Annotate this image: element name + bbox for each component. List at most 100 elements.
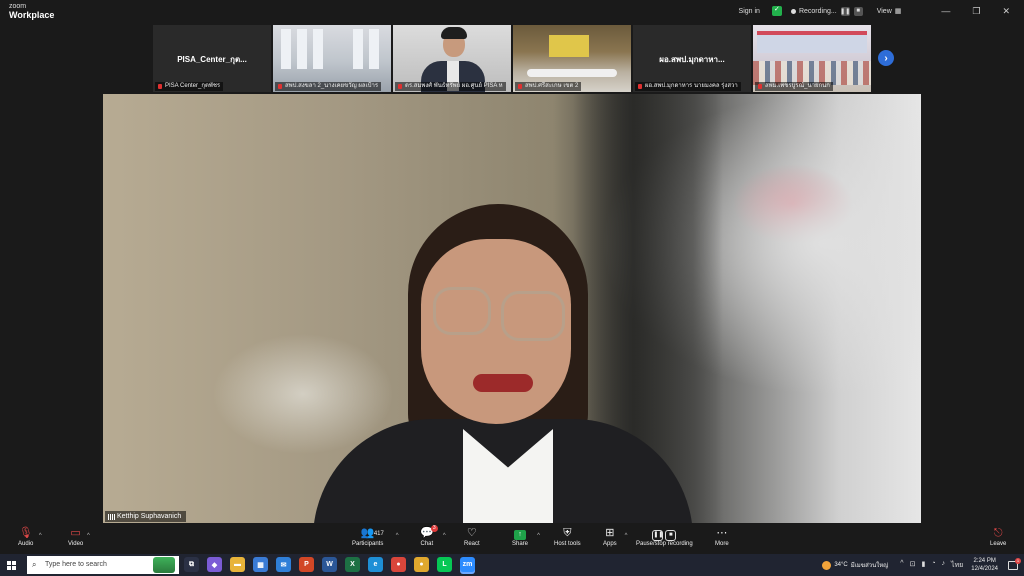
- react-label: React: [464, 541, 480, 547]
- react-button[interactable]: ♡ React: [464, 526, 480, 547]
- view-button[interactable]: View ▦: [876, 7, 902, 16]
- leave-button[interactable]: ⎋ Leave: [990, 526, 1006, 547]
- audio-button[interactable]: 🎙 ^ Audio: [18, 526, 42, 547]
- video-button[interactable]: ▭ ^ Video: [68, 526, 90, 547]
- video-off-icon: ▭ ^: [70, 526, 89, 541]
- pause-stop-recording-button[interactable]: ❚❚ ■ Pause/stop recording: [636, 526, 693, 547]
- clock[interactable]: 2:24 PM 12/4/2024: [971, 557, 998, 573]
- speaker-name: Ketthip Suphavanich: [117, 513, 182, 520]
- system-tray: 34°C มีเมฆส่วนใหญ่ ^ ⊡ ▮ ◔ ♪ ไทย 2:24 PM…: [822, 554, 1024, 576]
- title-bar: zoom Workplace Sign in Recording... ❚❚ ■…: [0, 0, 1024, 22]
- wifi-icon[interactable]: ◔: [931, 560, 935, 571]
- language-indicator[interactable]: ไทย: [951, 560, 963, 571]
- taskbar-search-box[interactable]: ⌕ Type here to search: [27, 556, 179, 574]
- participant-tile[interactable]: สพม.เพชรบูรณ์_นายกนก: [753, 25, 871, 92]
- minimize-icon[interactable]: —: [941, 6, 950, 17]
- table-shape: [527, 69, 617, 77]
- chevron-up-icon[interactable]: ^: [396, 529, 399, 544]
- task-view-icon[interactable]: ⧉: [184, 557, 199, 572]
- participant-name-card: PISA_Center_กุต...: [177, 55, 247, 64]
- tray-icons: ^ ⊡ ▮ ◔ ♪ ไทย: [900, 560, 963, 571]
- participant-tile[interactable]: PISA_Center_กุต... PISA Center_กุตพัชร: [153, 25, 271, 92]
- microsoft-store-icon[interactable]: ▦: [253, 557, 268, 572]
- chevron-up-icon[interactable]: ^: [625, 529, 628, 544]
- mail-icon[interactable]: ✉: [276, 557, 291, 572]
- zoom-icon[interactable]: zm: [460, 557, 475, 572]
- zoom-workplace-logo: zoom Workplace: [9, 2, 54, 20]
- recording-status: Recording...: [798, 7, 837, 15]
- more-button[interactable]: ⋯ More: [715, 526, 729, 547]
- chat-button[interactable]: 💬 3 ^ Chat: [420, 525, 446, 547]
- powerpoint-icon[interactable]: P: [299, 557, 314, 572]
- chevron-up-icon[interactable]: ^: [87, 529, 90, 544]
- weather-widget[interactable]: 34°C มีเมฆส่วนใหญ่: [822, 560, 888, 570]
- participant-label: ดร.สมพงศ์ พันธ์ทรัพย์ ผอ.ศูนย์ PISA ห: [395, 82, 506, 91]
- security-shield-icon[interactable]: [771, 5, 782, 16]
- mic-muted-icon: 🎙 ^: [19, 526, 42, 541]
- participant-tile[interactable]: สพป.สงขลา 2_นางเคยขวัญ ผลเป้าร: [273, 25, 391, 92]
- excel-icon[interactable]: X: [345, 557, 360, 572]
- network-icon[interactable]: ⊡: [910, 560, 916, 571]
- participant-tile[interactable]: ผอ.สพป.มุกดาหา... ผอ.สพป.มุกดาหาร นายมงค…: [633, 25, 751, 92]
- window-pane: [313, 29, 323, 69]
- apps-button[interactable]: ⊞ ^ Apps: [603, 526, 627, 547]
- meeting-toolbar: 🎙 ^ Audio ▭ ^ Video 👥 417 ^ Participants 💬 3 ^…: [0, 524, 1024, 554]
- next-page-chevron-icon[interactable]: ›: [878, 50, 894, 66]
- signal-bars-icon: [108, 514, 115, 520]
- weather-temp: 34°C: [834, 562, 848, 568]
- glasses-shape: [433, 287, 491, 335]
- grid-icon: ▦: [894, 8, 902, 15]
- volume-icon[interactable]: ♪: [942, 560, 946, 571]
- participant-label: สพป.สงขลา 2_นางเคยขวัญ ผลเป้าร: [275, 82, 382, 91]
- weather-sun-icon: [822, 560, 832, 570]
- chevron-up-icon[interactable]: ^: [443, 529, 446, 544]
- share-button[interactable]: ↑ ^ Share: [512, 526, 540, 547]
- host-tools-button[interactable]: ⛨ Host tools: [554, 526, 581, 547]
- glasses-shape: [501, 291, 565, 341]
- window-pane: [369, 29, 379, 69]
- copilot-icon[interactable]: ◆: [207, 557, 222, 572]
- battery-icon[interactable]: ▮: [921, 560, 925, 571]
- window-pane: [297, 29, 307, 69]
- more-dots-icon: ⋯: [716, 527, 728, 539]
- video-label: Video: [68, 541, 84, 547]
- notification-icon[interactable]: [1008, 557, 1021, 570]
- participant-tile[interactable]: สพป.ศรีสะเกษ เขต 2: [513, 25, 631, 92]
- chat-unread-badge: 3: [430, 525, 438, 532]
- zoom-window: zoom Workplace Sign in Recording... ❚❚ ■…: [0, 0, 1024, 576]
- pause-stop-icon: ❚❚ ■: [652, 526, 677, 541]
- participants-button[interactable]: 👥 417 ^ Participants: [352, 526, 399, 547]
- clock-date: 12/4/2024: [971, 566, 998, 572]
- recording-dot-icon: [790, 8, 796, 14]
- sign-in-link[interactable]: Sign in: [739, 8, 760, 15]
- leave-label: Leave: [990, 541, 1007, 547]
- windows-start-icon[interactable]: [0, 554, 22, 576]
- search-highlight-icon: [153, 557, 175, 573]
- chrome-2-icon[interactable]: ●: [414, 557, 429, 572]
- chevron-up-icon[interactable]: ^: [537, 529, 540, 544]
- view-label: View: [876, 7, 892, 15]
- participant-label: สพม.เพชรบูรณ์_นายกนก: [755, 82, 833, 91]
- line-icon[interactable]: L: [437, 557, 452, 572]
- close-icon[interactable]: ✕: [1002, 6, 1010, 17]
- stage-shape: [549, 35, 589, 57]
- participant-label: PISA Center_กุตพัชร: [155, 82, 224, 91]
- active-speaker-video[interactable]: Ketthip Suphavanich: [103, 94, 921, 523]
- participant-strip: PISA_Center_กุต... PISA Center_กุตพัชร ส…: [153, 25, 871, 92]
- chrome-icon[interactable]: ●: [391, 557, 406, 572]
- share-label: Share: [512, 541, 529, 547]
- word-icon[interactable]: W: [322, 557, 337, 572]
- stop-recording-icon[interactable]: ■: [853, 6, 863, 16]
- file-explorer-icon[interactable]: ▬: [230, 557, 245, 572]
- more-label: More: [715, 541, 729, 547]
- edge-icon[interactable]: e: [368, 557, 383, 572]
- pause-recording-icon[interactable]: ❚❚: [840, 6, 850, 16]
- chevron-up-icon[interactable]: ^: [39, 529, 42, 544]
- pause-stop-recording-label: Pause/stop recording: [636, 541, 693, 547]
- chevron-up-icon[interactable]: ^: [900, 560, 903, 571]
- participant-tile[interactable]: ดร.สมพงศ์ พันธ์ทรัพย์ ผอ.ศูนย์ PISA ห: [393, 25, 511, 92]
- people-icon: 👥 417 ^: [361, 526, 399, 541]
- maximize-icon[interactable]: ❐: [972, 6, 980, 17]
- taskbar-apps: ⧉ ◆ ▬ ▦ ✉ P W Xe ● ● Lzm: [184, 557, 475, 572]
- windows-taskbar: ⌕ Type here to search ⧉ ◆ ▬ ▦ ✉ P W Xe ● ● Lzm 34°…: [0, 554, 1024, 576]
